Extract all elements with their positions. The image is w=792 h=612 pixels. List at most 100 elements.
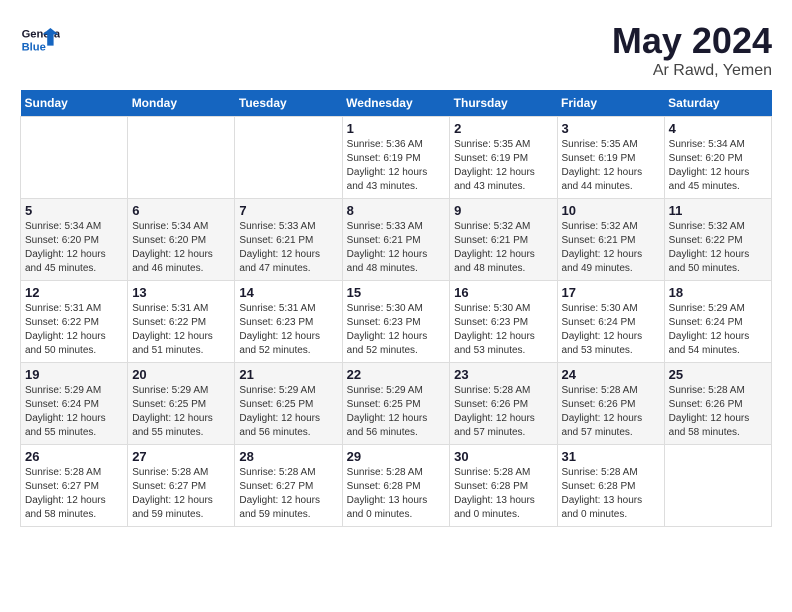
day-info: Sunrise: 5:28 AM Sunset: 6:28 PM Dayligh… — [562, 466, 660, 522]
day-info: Sunrise: 5:34 AM Sunset: 6:20 PM Dayligh… — [132, 220, 230, 276]
day-info: Sunrise: 5:28 AM Sunset: 6:26 PM Dayligh… — [454, 384, 552, 440]
day-info: Sunrise: 5:28 AM Sunset: 6:27 PM Dayligh… — [25, 466, 123, 522]
day-info: Sunrise: 5:33 AM Sunset: 6:21 PM Dayligh… — [347, 220, 446, 276]
day-info: Sunrise: 5:36 AM Sunset: 6:19 PM Dayligh… — [347, 138, 446, 194]
week-row-3: 19Sunrise: 5:29 AM Sunset: 6:24 PM Dayli… — [21, 363, 772, 445]
day-info: Sunrise: 5:34 AM Sunset: 6:20 PM Dayligh… — [25, 220, 123, 276]
svg-text:General: General — [22, 29, 60, 41]
day-number: 20 — [132, 367, 230, 382]
svg-text:Blue: Blue — [22, 41, 46, 53]
header-thursday: Thursday — [450, 90, 557, 117]
calendar-cell: 4 Sunrise: 5:34 AM Sunset: 6:20 PM Daylig… — [664, 117, 771, 199]
location: Ar Rawd, Yemen — [612, 62, 772, 80]
calendar-cell: 20 Sunrise: 5:29 AM Sunset: 6:25 PM Dayli… — [128, 363, 235, 445]
day-number: 25 — [669, 367, 767, 382]
day-number: 27 — [132, 449, 230, 464]
calendar-cell — [21, 117, 128, 199]
calendar-cell: 22Sunrise: 5:29 AM Sunset: 6:25 PM Dayli… — [342, 363, 450, 445]
day-number: 13 — [132, 285, 230, 300]
day-info: Sunrise: 5:30 AM Sunset: 6:24 PM Dayligh… — [562, 302, 660, 358]
day-number: 10 — [562, 203, 660, 218]
day-number: 4 — [669, 121, 767, 136]
calendar-cell — [235, 117, 342, 199]
day-number: 8 — [347, 203, 446, 218]
day-info: Sunrise: 5:31 AM Sunset: 6:22 PM Dayligh… — [25, 302, 123, 358]
calendar-cell: 19Sunrise: 5:29 AM Sunset: 6:24 PM Dayli… — [21, 363, 128, 445]
calendar-cell: 8 Sunrise: 5:33 AM Sunset: 6:21 PM Daylig… — [342, 199, 450, 281]
day-info: Sunrise: 5:34 AM Sunset: 6:20 PM Dayligh… — [669, 138, 767, 194]
calendar-cell: 27Sunrise: 5:28 AM Sunset: 6:27 PM Dayli… — [128, 445, 235, 527]
header-tuesday: Tuesday — [235, 90, 342, 117]
day-info: Sunrise: 5:28 AM Sunset: 6:27 PM Dayligh… — [239, 466, 337, 522]
calendar-cell: 31 Sunrise: 5:28 AM Sunset: 6:28 PM Dayli… — [557, 445, 664, 527]
calendar-cell: 11 Sunrise: 5:32 AM Sunset: 6:22 PM Dayli… — [664, 199, 771, 281]
header-wednesday: Wednesday — [342, 90, 450, 117]
day-info: Sunrise: 5:35 AM Sunset: 6:19 PM Dayligh… — [454, 138, 552, 194]
day-info: Sunrise: 5:28 AM Sunset: 6:28 PM Dayligh… — [347, 466, 446, 522]
logo: General Blue — [20, 20, 64, 60]
calendar-cell: 21 Sunrise: 5:29 AM Sunset: 6:25 PM Dayli… — [235, 363, 342, 445]
calendar-cell: 1Sunrise: 5:36 AM Sunset: 6:19 PM Daylig… — [342, 117, 450, 199]
day-number: 30 — [454, 449, 552, 464]
day-info: Sunrise: 5:32 AM Sunset: 6:22 PM Dayligh… — [669, 220, 767, 276]
header-monday: Monday — [128, 90, 235, 117]
calendar-cell: 25 Sunrise: 5:28 AM Sunset: 6:26 PM Dayli… — [664, 363, 771, 445]
calendar-cell: 6 Sunrise: 5:34 AM Sunset: 6:20 PM Daylig… — [128, 199, 235, 281]
day-number: 15 — [347, 285, 446, 300]
day-number: 23 — [454, 367, 552, 382]
week-row-4: 26 Sunrise: 5:28 AM Sunset: 6:27 PM Dayli… — [21, 445, 772, 527]
day-number: 11 — [669, 203, 767, 218]
day-info: Sunrise: 5:29 AM Sunset: 6:25 PM Dayligh… — [132, 384, 230, 440]
day-info: Sunrise: 5:30 AM Sunset: 6:23 PM Dayligh… — [454, 302, 552, 358]
day-info: Sunrise: 5:33 AM Sunset: 6:21 PM Dayligh… — [239, 220, 337, 276]
calendar-cell: 29 Sunrise: 5:28 AM Sunset: 6:28 PM Dayli… — [342, 445, 450, 527]
day-number: 12 — [25, 285, 123, 300]
day-info: Sunrise: 5:29 AM Sunset: 6:24 PM Dayligh… — [669, 302, 767, 358]
header-friday: Friday — [557, 90, 664, 117]
header-sunday: Sunday — [21, 90, 128, 117]
calendar-cell: 2Sunrise: 5:35 AM Sunset: 6:19 PM Daylig… — [450, 117, 557, 199]
calendar-cell: 17Sunrise: 5:30 AM Sunset: 6:24 PM Dayli… — [557, 281, 664, 363]
day-number: 16 — [454, 285, 552, 300]
day-number: 5 — [25, 203, 123, 218]
day-number: 18 — [669, 285, 767, 300]
calendar-cell: 3Sunrise: 5:35 AM Sunset: 6:19 PM Daylig… — [557, 117, 664, 199]
day-info: Sunrise: 5:30 AM Sunset: 6:23 PM Dayligh… — [347, 302, 446, 358]
week-row-2: 12 Sunrise: 5:31 AM Sunset: 6:22 PM Dayli… — [21, 281, 772, 363]
day-number: 14 — [239, 285, 337, 300]
day-number: 7 — [239, 203, 337, 218]
day-number: 26 — [25, 449, 123, 464]
week-row-0: 1Sunrise: 5:36 AM Sunset: 6:19 PM Daylig… — [21, 117, 772, 199]
day-number: 6 — [132, 203, 230, 218]
day-number: 31 — [562, 449, 660, 464]
header-row: Sunday Monday Tuesday Wednesday Thursday… — [21, 90, 772, 117]
calendar-cell: 28Sunrise: 5:28 AM Sunset: 6:27 PM Dayli… — [235, 445, 342, 527]
day-info: Sunrise: 5:28 AM Sunset: 6:26 PM Dayligh… — [562, 384, 660, 440]
calendar-cell: 18 Sunrise: 5:29 AM Sunset: 6:24 PM Dayli… — [664, 281, 771, 363]
calendar-cell: 26 Sunrise: 5:28 AM Sunset: 6:27 PM Dayli… — [21, 445, 128, 527]
week-row-1: 5 Sunrise: 5:34 AM Sunset: 6:20 PM Daylig… — [21, 199, 772, 281]
day-number: 24 — [562, 367, 660, 382]
calendar-cell: 23 Sunrise: 5:28 AM Sunset: 6:26 PM Dayli… — [450, 363, 557, 445]
day-info: Sunrise: 5:29 AM Sunset: 6:24 PM Dayligh… — [25, 384, 123, 440]
calendar-cell — [128, 117, 235, 199]
day-info: Sunrise: 5:32 AM Sunset: 6:21 PM Dayligh… — [454, 220, 552, 276]
calendar-cell: 7 Sunrise: 5:33 AM Sunset: 6:21 PM Daylig… — [235, 199, 342, 281]
calendar-cell: 15 Sunrise: 5:30 AM Sunset: 6:23 PM Dayli… — [342, 281, 450, 363]
day-info: Sunrise: 5:29 AM Sunset: 6:25 PM Dayligh… — [239, 384, 337, 440]
page-header: General Blue May 2024 Ar Rawd, Yemen — [20, 20, 772, 80]
header-saturday: Saturday — [664, 90, 771, 117]
day-info: Sunrise: 5:32 AM Sunset: 6:21 PM Dayligh… — [562, 220, 660, 276]
day-number: 3 — [562, 121, 660, 136]
month-title: May 2024 — [612, 20, 772, 62]
calendar-cell: 24 Sunrise: 5:28 AM Sunset: 6:26 PM Dayli… — [557, 363, 664, 445]
day-number: 21 — [239, 367, 337, 382]
calendar-cell: 16 Sunrise: 5:30 AM Sunset: 6:23 PM Dayli… — [450, 281, 557, 363]
day-info: Sunrise: 5:28 AM Sunset: 6:26 PM Dayligh… — [669, 384, 767, 440]
calendar-table: Sunday Monday Tuesday Wednesday Thursday… — [20, 90, 772, 527]
day-number: 29 — [347, 449, 446, 464]
calendar-cell: 14Sunrise: 5:31 AM Sunset: 6:23 PM Dayli… — [235, 281, 342, 363]
calendar-cell: 30Sunrise: 5:28 AM Sunset: 6:28 PM Dayli… — [450, 445, 557, 527]
day-info: Sunrise: 5:29 AM Sunset: 6:25 PM Dayligh… — [347, 384, 446, 440]
calendar-cell: 10 Sunrise: 5:32 AM Sunset: 6:21 PM Dayli… — [557, 199, 664, 281]
